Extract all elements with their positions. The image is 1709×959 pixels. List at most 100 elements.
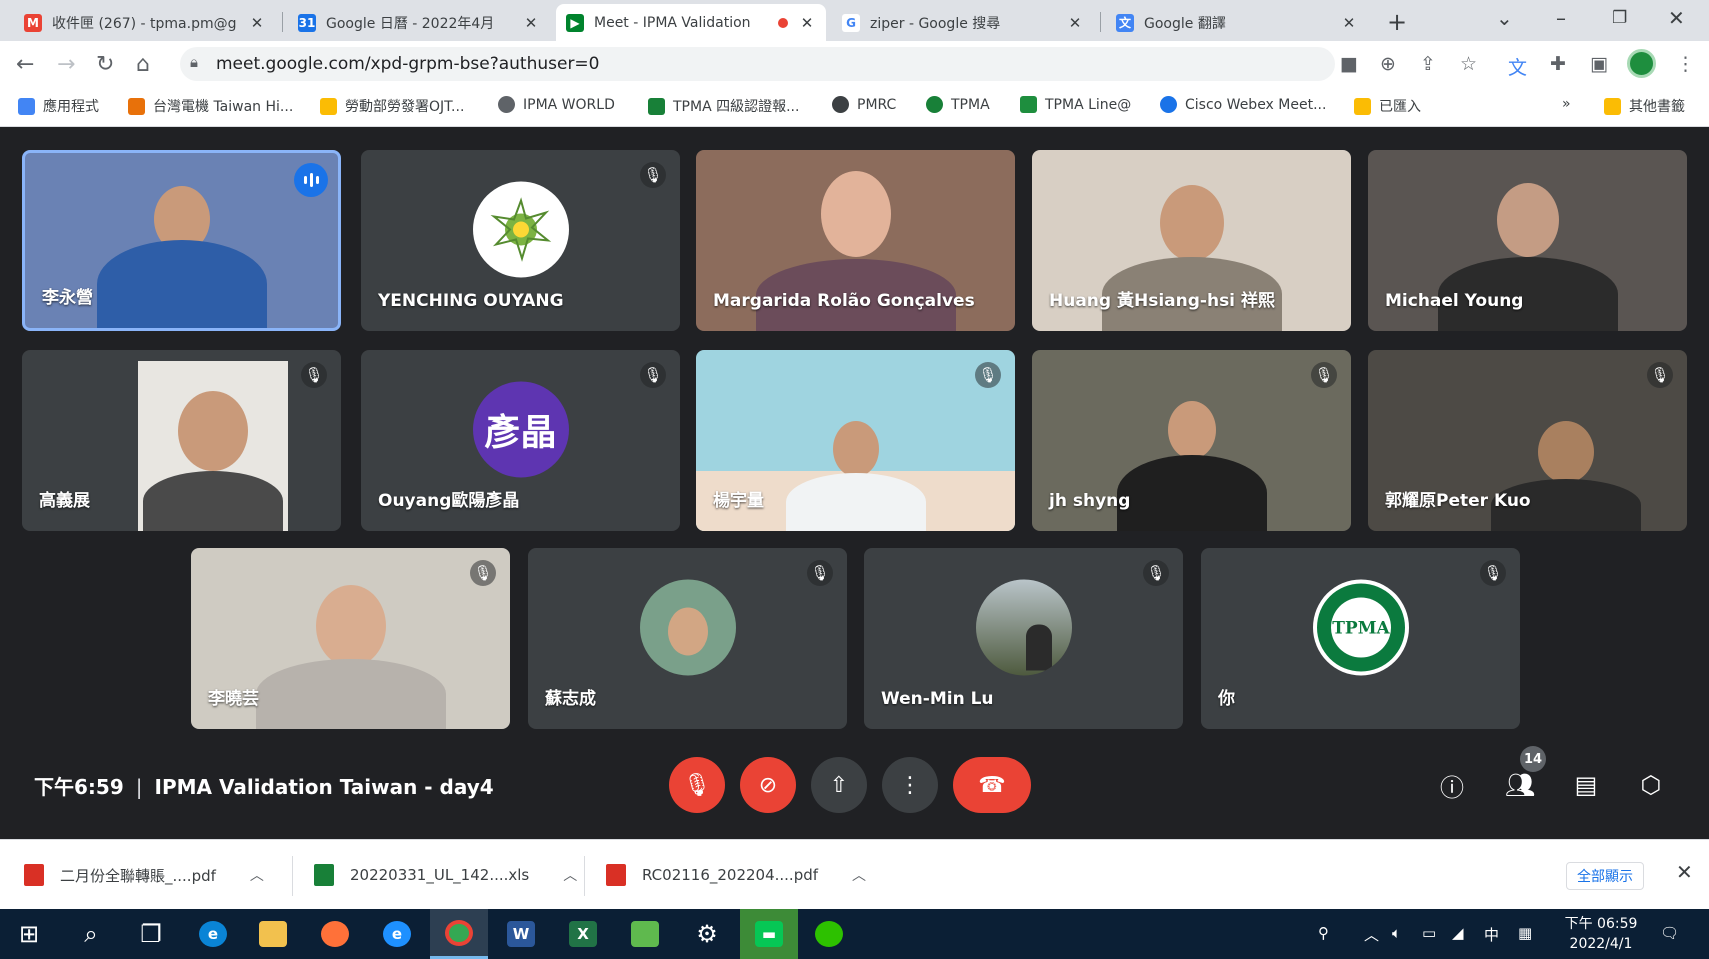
participant-tile[interactable]: Michael Young bbox=[1368, 150, 1687, 331]
translate-extension-icon[interactable]: 文 bbox=[1508, 53, 1527, 80]
bookmark-tpma[interactable]: TPMA bbox=[926, 96, 990, 113]
tab-gmail[interactable]: M 收件匣 (267) - tpma.pm@g ✕ bbox=[14, 4, 276, 41]
taskbar-settings[interactable]: ⚙ bbox=[678, 909, 736, 959]
chat-button[interactable]: ▤ bbox=[1568, 767, 1604, 803]
taskbar-edge[interactable]: e bbox=[184, 909, 242, 959]
camera-toggle-button[interactable]: ⊘ bbox=[740, 757, 796, 813]
profile-avatar[interactable] bbox=[1627, 49, 1656, 78]
leave-call-button[interactable]: ☎ bbox=[953, 757, 1031, 813]
taskbar-file-explorer[interactable] bbox=[244, 909, 302, 959]
window-close-icon[interactable]: ✕ bbox=[1668, 6, 1685, 30]
restore-icon[interactable]: ❐ bbox=[1612, 8, 1627, 28]
taskbar-excel[interactable]: X bbox=[554, 909, 612, 959]
notification-center-icon[interactable]: 🗨︎ bbox=[1660, 924, 1679, 942]
people-tray-icon[interactable]: ⚲ bbox=[1318, 924, 1329, 942]
extensions-puzzle-icon[interactable]: ✚ bbox=[1550, 53, 1566, 75]
chevron-up-icon[interactable]: ︿ bbox=[250, 865, 264, 885]
wifi-icon[interactable]: ◢ bbox=[1452, 924, 1464, 942]
activities-button[interactable]: ⬡ bbox=[1633, 767, 1669, 803]
bookmark-star-icon[interactable]: ☆ bbox=[1460, 53, 1477, 75]
participant-tile[interactable]: 彥晶 🎙︎ Ouyang歐陽彥晶 bbox=[361, 350, 680, 531]
start-button[interactable]: ⊞ bbox=[0, 909, 58, 959]
tab-calendar[interactable]: 31 Google 日曆 - 2022年4月 ✕ bbox=[288, 4, 550, 41]
keyboard-icon[interactable]: ▦ bbox=[1518, 924, 1532, 942]
participant-tile[interactable]: Huang 黃Hsiang-hsi 祥熙 bbox=[1032, 150, 1351, 331]
participant-tile[interactable]: 🎙︎ YENCHING OUYANG bbox=[361, 150, 680, 331]
taskbar-chrome[interactable] bbox=[430, 909, 488, 959]
participant-tile[interactable]: TPMA 🎙︎ 你 bbox=[1201, 548, 1520, 729]
participant-tile[interactable]: Margarida Rolão Gonçalves bbox=[696, 150, 1015, 331]
reload-icon[interactable]: ↻ bbox=[96, 52, 114, 77]
zoom-icon[interactable]: ⊕ bbox=[1380, 53, 1396, 75]
bookmark-ipma-world[interactable]: IPMA WORLD bbox=[498, 96, 615, 113]
participant-tile[interactable]: 李永營 bbox=[22, 150, 341, 331]
tab-meet[interactable]: ▶ Meet - IPMA Validation ✕ bbox=[556, 4, 826, 41]
bookmark-webex[interactable]: Cisco Webex Meet... bbox=[1160, 96, 1326, 113]
participant-tile[interactable]: 🎙︎ Wen-Min Lu bbox=[864, 548, 1183, 729]
bookmark-apps[interactable]: 應用程式 bbox=[18, 96, 99, 116]
close-icon[interactable]: ✕ bbox=[522, 14, 540, 32]
home-icon[interactable]: ⌂ bbox=[136, 52, 150, 77]
download-item[interactable]: 二月份全聯轉賬_....pdf ︿ bbox=[24, 864, 264, 886]
bookmark-imported[interactable]: 已匯入 bbox=[1354, 96, 1421, 116]
bookmark-tpma-line[interactable]: TPMA Line@ bbox=[1020, 96, 1131, 113]
search-button[interactable]: ⌕ bbox=[62, 909, 120, 959]
bookmark-pmrc[interactable]: PMRC bbox=[832, 96, 896, 113]
tab-translate[interactable]: 文 Google 翻譯 ✕ bbox=[1106, 4, 1368, 41]
close-icon[interactable]: ✕ bbox=[1340, 14, 1358, 32]
close-icon[interactable]: ✕ bbox=[248, 14, 266, 32]
tab-search-chevron-icon[interactable]: ⌄ bbox=[1496, 6, 1513, 30]
show-all-downloads-button[interactable]: 全部顯示 bbox=[1566, 862, 1644, 890]
tab-google-search[interactable]: G ziper - Google 搜尋 ✕ bbox=[832, 4, 1094, 41]
close-icon[interactable]: ✕ bbox=[1066, 14, 1084, 32]
taskbar-wechat[interactable] bbox=[800, 909, 858, 959]
side-panel-icon[interactable]: ▣ bbox=[1590, 53, 1608, 75]
more-options-button[interactable]: ⋮ bbox=[882, 757, 938, 813]
participant-tile[interactable]: 🎙︎ 郭耀原Peter Kuo bbox=[1368, 350, 1687, 531]
people-button[interactable]: 👥︎ bbox=[1502, 767, 1538, 803]
taskbar-line[interactable]: ▬ bbox=[740, 909, 798, 959]
chrome-menu-icon[interactable]: ⋮ bbox=[1676, 53, 1695, 75]
microphone-toggle-button[interactable]: 🎙︎ bbox=[669, 757, 725, 813]
participant-tile[interactable]: 🎙︎ 蘇志成 bbox=[528, 548, 847, 729]
participant-tile[interactable]: 🎙︎ jh shyng bbox=[1032, 350, 1351, 531]
bookmark-other[interactable]: 其他書籤 bbox=[1604, 96, 1685, 116]
battery-icon[interactable]: ▭ bbox=[1422, 924, 1436, 942]
camera-icon[interactable]: ■ bbox=[1340, 53, 1358, 75]
chevron-up-icon[interactable]: ︿ bbox=[852, 865, 866, 885]
close-icon[interactable]: ✕ bbox=[798, 14, 816, 32]
share-icon[interactable]: ⇪ bbox=[1420, 53, 1436, 75]
url-text[interactable]: meet.google.com/xpd-grpm-bse?authuser=0 bbox=[216, 54, 600, 74]
participant-tile[interactable]: 🎙︎ 楊宇量 bbox=[696, 350, 1015, 531]
lock-icon[interactable]: 🔒︎ bbox=[190, 53, 198, 71]
ime-indicator[interactable]: 中 bbox=[1484, 924, 1499, 945]
present-screen-button[interactable]: ⇧ bbox=[811, 757, 867, 813]
meeting-info-button[interactable]: ⓘ bbox=[1434, 767, 1470, 803]
back-arrow-icon[interactable]: ← bbox=[16, 52, 34, 77]
forward-arrow-icon[interactable]: → bbox=[57, 52, 75, 77]
taskbar-clock[interactable]: 下午 06:59 2022/4/1 bbox=[1556, 914, 1646, 954]
chevron-up-icon[interactable]: ︿ bbox=[1364, 924, 1379, 945]
taskbar-word[interactable]: W bbox=[492, 909, 550, 959]
bookmark-ojt[interactable]: 勞動部勞發署OJT... bbox=[320, 96, 464, 116]
taskbar-internet-explorer[interactable]: e bbox=[368, 909, 426, 959]
task-view-button[interactable]: ❐ bbox=[122, 909, 180, 959]
participant-tile[interactable]: 🎙︎ 高義展 bbox=[22, 350, 341, 531]
bookmark-tpma-cert[interactable]: TPMA 四級認證報... bbox=[648, 96, 799, 116]
participant-video bbox=[776, 421, 936, 531]
taskbar-notes[interactable] bbox=[616, 909, 674, 959]
address-bar[interactable]: 🔒︎ meet.google.com/xpd-grpm-bse?authuser… bbox=[180, 47, 1335, 81]
globe-icon bbox=[832, 96, 849, 113]
volume-icon[interactable]: 🔈︎ bbox=[1392, 924, 1401, 942]
bookmark-taiwan-hi[interactable]: 台灣電機 Taiwan Hi... bbox=[128, 96, 293, 116]
download-item[interactable]: 20220331_UL_142....xls ︿ bbox=[314, 864, 577, 886]
body-shape bbox=[785, 473, 926, 531]
taskbar-firefox[interactable] bbox=[306, 909, 364, 959]
chevron-up-icon[interactable]: ︿ bbox=[563, 865, 577, 885]
minimize-icon[interactable]: – bbox=[1556, 6, 1566, 30]
more-bookmarks-button[interactable]: » bbox=[1562, 96, 1571, 112]
participant-tile[interactable]: 🎙︎ 李曉芸 bbox=[191, 548, 510, 729]
close-downloads-icon[interactable]: ✕ bbox=[1676, 860, 1693, 884]
new-tab-button[interactable]: + bbox=[1387, 8, 1407, 36]
download-item[interactable]: RC02116_202204....pdf ︿ bbox=[606, 864, 866, 886]
